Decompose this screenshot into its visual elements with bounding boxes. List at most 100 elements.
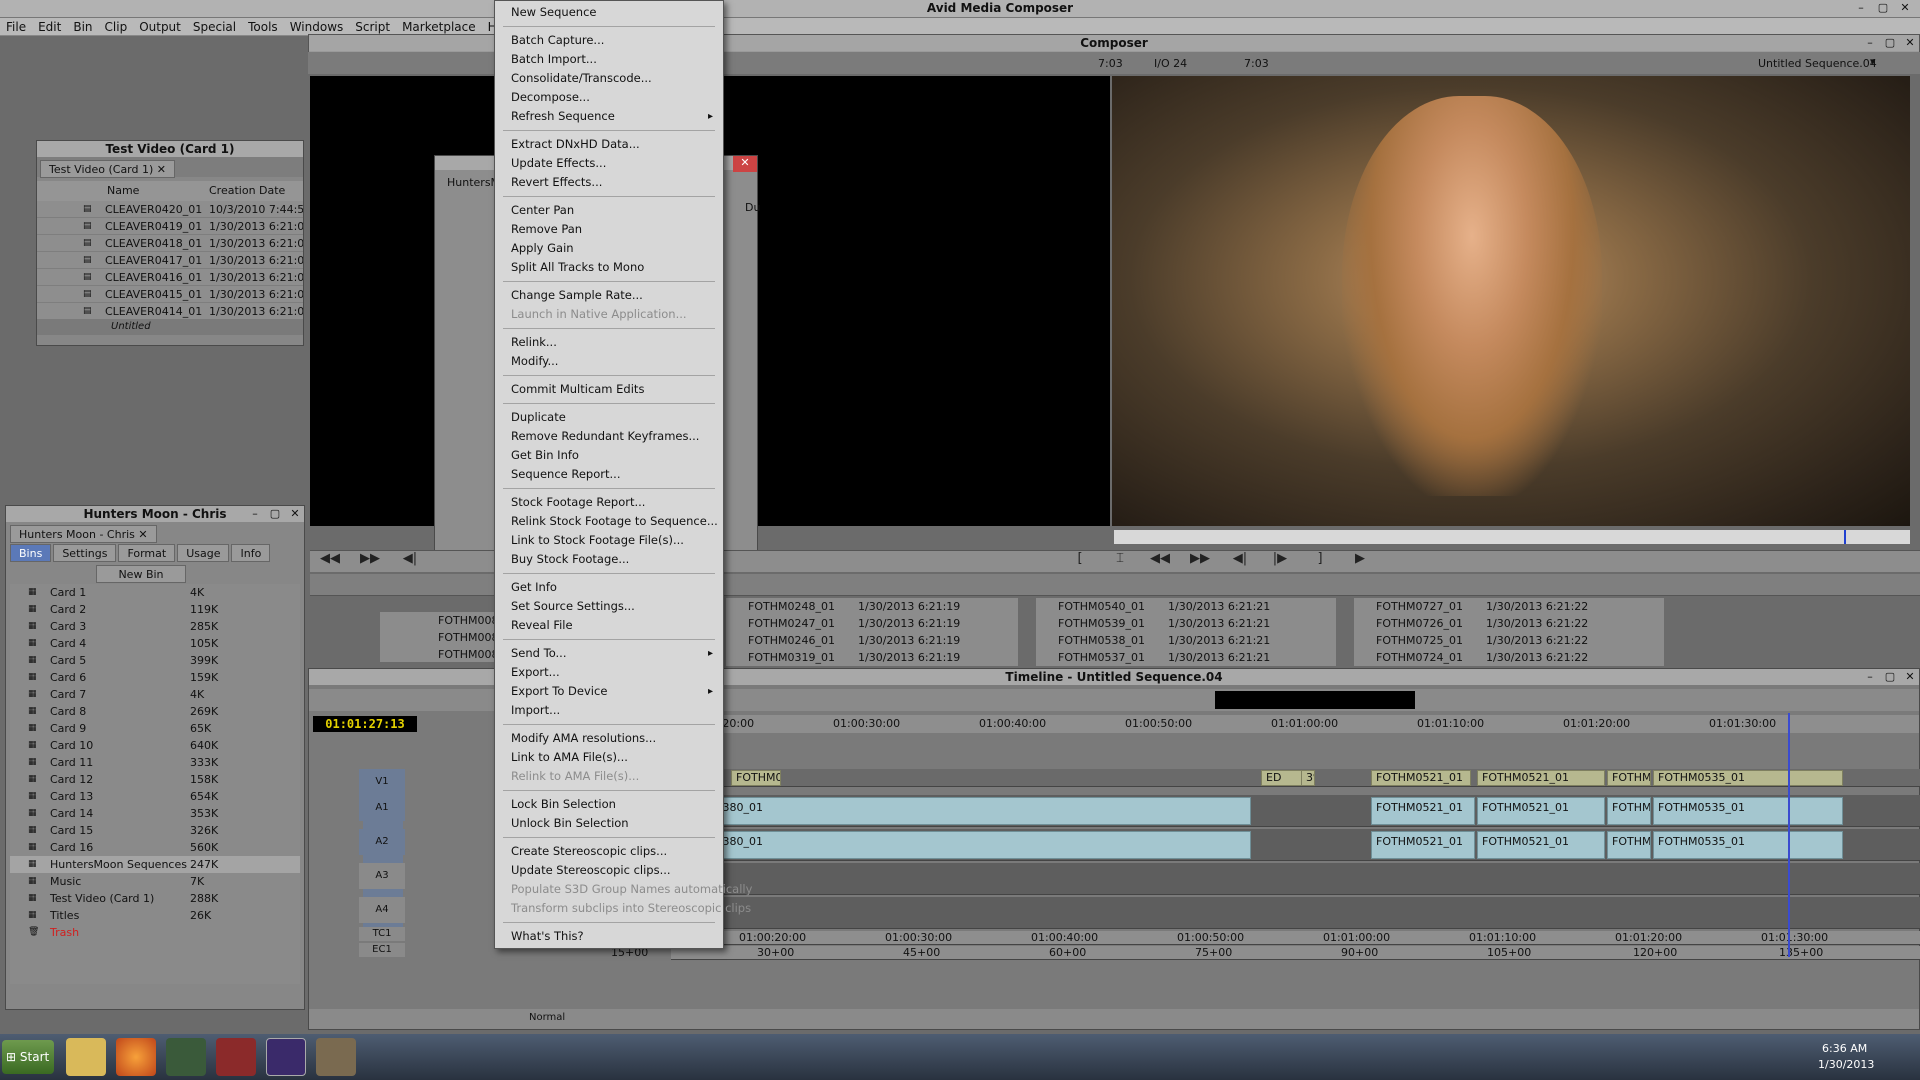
col-duration-header[interactable]: Du	[745, 201, 760, 214]
menu-item-duplicate[interactable]: Duplicate	[495, 408, 723, 427]
menu-item-new-sequence[interactable]: New Sequence	[495, 3, 723, 22]
audio-clip[interactable]: FOTHM0380_01	[671, 797, 1251, 825]
list-item[interactable]: ▦ Card 16 560K	[10, 839, 300, 856]
menu-item-link-to-stock-footage-file-s[interactable]: Link to Stock Footage File(s)...	[495, 531, 723, 550]
menu-special[interactable]: Special	[187, 18, 242, 36]
track-label-a3[interactable]: A3	[359, 863, 405, 889]
menu-item-create-stereoscopic-clips[interactable]: Create Stereoscopic clips...	[495, 842, 723, 861]
list-item[interactable]: ▦ Titles 26K	[10, 907, 300, 924]
maximize-icon[interactable]: ▢	[1874, 0, 1892, 16]
menu-file[interactable]: File	[0, 18, 32, 36]
table-row[interactable]: FOTHM0247_01 1/30/2013 6:21:19	[726, 615, 1018, 632]
list-item[interactable]: ▦ Card 13 654K	[10, 788, 300, 805]
menu-item-link-to-ama-file-s[interactable]: Link to AMA File(s)...	[495, 748, 723, 767]
audio-clip[interactable]: FOTHM0521_01	[1477, 831, 1605, 859]
project-tab[interactable]: Hunters Moon - Chris ✕	[10, 525, 157, 543]
table-row[interactable]: ▤ CLEAVER0416_01 1/30/2013 6:21:04	[37, 269, 303, 286]
audio-clip[interactable]: FOTHM0380_01	[671, 831, 1251, 859]
clock-date[interactable]: 1/30/2013	[1818, 1058, 1874, 1071]
track-label-a1[interactable]: A1	[359, 795, 405, 821]
step-back-icon[interactable]: ◀|	[1220, 551, 1260, 566]
close-icon[interactable]: ✕	[1901, 35, 1919, 51]
menu-item-extract-dnxhd-data[interactable]: Extract DNxHD Data...	[495, 135, 723, 154]
menu-item-apply-gain[interactable]: Apply Gain	[495, 239, 723, 258]
table-row[interactable]: FOTHM0540_01 1/30/2013 6:21:21	[1036, 598, 1336, 615]
table-row[interactable]: FOTHM0248_01 1/30/2013 6:21:19	[726, 598, 1018, 615]
list-item[interactable]: ▦ Card 4 105K	[10, 635, 300, 652]
folder-icon[interactable]	[66, 1038, 106, 1076]
firefox-icon[interactable]	[116, 1038, 156, 1076]
track-label-a2[interactable]: A2	[359, 829, 405, 855]
new-bin-button[interactable]: New Bin	[96, 565, 186, 583]
table-row[interactable]: FOTHM0246_01 1/30/2013 6:21:19	[726, 632, 1018, 649]
menu-item-change-sample-rate[interactable]: Change Sample Rate...	[495, 286, 723, 305]
menu-item-decompose[interactable]: Decompose...	[495, 88, 723, 107]
list-item[interactable]: ▦ Card 2 119K	[10, 601, 300, 618]
menu-item-batch-capture[interactable]: Batch Capture...	[495, 31, 723, 50]
minimize-icon[interactable]: –	[1861, 35, 1879, 51]
audio-clip[interactable]: FOTHM05	[1607, 797, 1651, 825]
list-item[interactable]: ▦ Card 14 353K	[10, 805, 300, 822]
menu-item-update-stereoscopic-clips[interactable]: Update Stereoscopic clips...	[495, 861, 723, 880]
col-date-header[interactable]: Creation Date	[209, 181, 285, 201]
menu-item-export-to-device[interactable]: Export To Device	[495, 682, 723, 701]
list-item[interactable]: ▦ Card 8 269K	[10, 703, 300, 720]
tab-usage[interactable]: Usage	[177, 544, 230, 562]
tab-settings[interactable]: Settings	[53, 544, 117, 562]
video-clip[interactable]: FOTHM0521_01	[1477, 770, 1605, 786]
track-label-ec1[interactable]: EC1	[359, 943, 405, 957]
video-clip[interactable]: FOTHM0380_01	[731, 770, 781, 786]
close-icon[interactable]: ✕	[733, 156, 757, 172]
table-row[interactable]: ▤ CLEAVER0414_01 1/30/2013 6:21:04	[37, 303, 303, 319]
col-name-header[interactable]: Name	[107, 181, 139, 201]
table-row[interactable]: ▤ CLEAVER0419_01 1/30/2013 6:21:04	[37, 218, 303, 235]
step-forward-icon[interactable]: |▶	[1260, 551, 1300, 566]
table-row[interactable]: FOTHM0724_01 1/30/2013 6:21:22	[1354, 649, 1664, 666]
table-row[interactable]: FOTHM0539_01 1/30/2013 6:21:21	[1036, 615, 1336, 632]
fast-forward-icon[interactable]: ▶▶	[350, 551, 390, 566]
menu-edit[interactable]: Edit	[32, 18, 67, 36]
tab-info[interactable]: Info	[231, 544, 271, 562]
gimp-icon[interactable]	[316, 1038, 356, 1076]
audio-clip[interactable]: FOTHM05	[1607, 831, 1651, 859]
menu-item-center-pan[interactable]: Center Pan	[495, 201, 723, 220]
minimize-icon[interactable]: –	[1852, 0, 1870, 16]
close-icon[interactable]: ✕	[286, 506, 304, 522]
menu-item-stock-footage-report[interactable]: Stock Footage Report...	[495, 493, 723, 512]
list-item[interactable]: ▦ Card 15 326K	[10, 822, 300, 839]
timeline-ruler[interactable]: 01:00:20:0001:00:30:0001:00:40:0001:00:5…	[649, 715, 1919, 733]
table-row[interactable]: ▤ CLEAVER0417_01 1/30/2013 6:21:04	[37, 252, 303, 269]
video-clip[interactable]: FOTHM0521_01	[1371, 770, 1471, 786]
test-video-bin-tab[interactable]: Test Video (Card 1) ✕	[40, 160, 176, 178]
table-row[interactable]: ▤ CLEAVER0418_01 1/30/2013 6:21:04	[37, 235, 303, 252]
audio-clip[interactable]: FOTHM0535_01	[1653, 797, 1843, 825]
sequence-name-menu[interactable]: Untitled Sequence.04	[1758, 57, 1877, 70]
maximize-icon[interactable]: ▢	[266, 506, 284, 522]
track-label-v1[interactable]: V1	[359, 769, 405, 795]
list-item[interactable]: ▦ Card 9 65K	[10, 720, 300, 737]
menu-item-relink[interactable]: Relink...	[495, 333, 723, 352]
menu-clip[interactable]: Clip	[99, 18, 134, 36]
menu-item-consolidate-transcode[interactable]: Consolidate/Transcode...	[495, 69, 723, 88]
maximize-icon[interactable]: ▢	[1881, 35, 1899, 51]
table-row[interactable]: FOTHM0319_01 1/30/2013 6:21:19	[726, 649, 1018, 666]
menu-item-remove-redundant-keyframes[interactable]: Remove Redundant Keyframes...	[495, 427, 723, 446]
minimize-icon[interactable]: –	[1861, 669, 1879, 685]
mark-out-icon[interactable]: ]	[1300, 551, 1340, 566]
list-item[interactable]: ▦ Test Video (Card 1) 288K	[10, 890, 300, 907]
close-icon[interactable]: ✕	[1896, 0, 1914, 16]
list-item[interactable]: ▦ Card 3 285K	[10, 618, 300, 635]
list-item[interactable]: 🗑 Trash	[10, 924, 300, 941]
list-item[interactable]: ▦ Card 11 333K	[10, 754, 300, 771]
table-row[interactable]: FOTHM008	[380, 646, 500, 663]
menu-item-set-source-settings[interactable]: Set Source Settings...	[495, 597, 723, 616]
audio-clip[interactable]: FOTHM0521_01	[1477, 797, 1605, 825]
playhead[interactable]	[1788, 713, 1790, 957]
menu-item-update-effects[interactable]: Update Effects...	[495, 154, 723, 173]
table-row[interactable]: FOTHM0725_01 1/30/2013 6:21:22	[1354, 632, 1664, 649]
start-button[interactable]: ⊞ Start	[2, 1040, 54, 1074]
audio-clip[interactable]: FOTHM0521_01	[1371, 831, 1475, 859]
close-icon[interactable]: ✕	[1901, 669, 1919, 685]
media-composer-icon[interactable]	[266, 1038, 306, 1076]
table-row[interactable]: ▤ CLEAVER0420_01 10/3/2010 7:44:54	[37, 201, 303, 218]
